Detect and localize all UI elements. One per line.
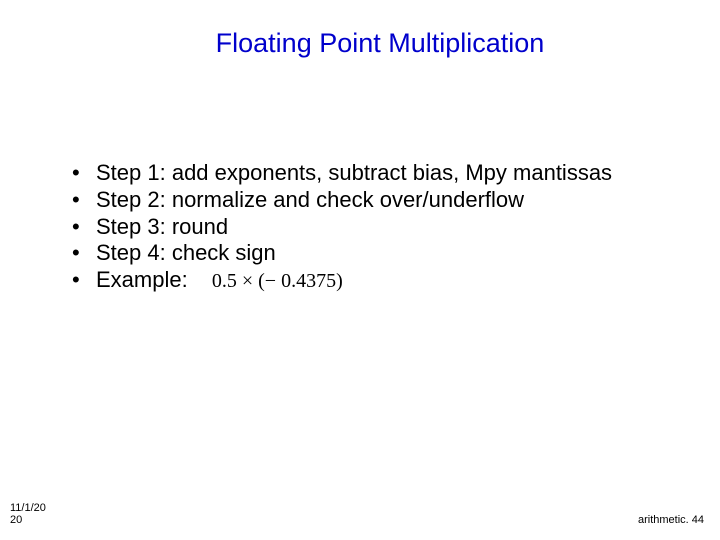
slide-title: Floating Point Multiplication: [0, 28, 720, 59]
example-formula: 0.5 × (− 0.4375): [212, 269, 343, 293]
footer-page: arithmetic. 44: [638, 514, 704, 526]
bullet-item: Step 4: check sign: [66, 240, 666, 267]
bullet-list: Step 1: add exponents, subtract bias, Mp…: [66, 160, 666, 294]
bullet-text: Step 4: check sign: [96, 240, 276, 265]
bullet-text: Step 2: normalize and check over/underfl…: [96, 187, 524, 212]
slide: Floating Point Multiplication Step 1: ad…: [0, 0, 720, 540]
footer-date-line2: 20: [10, 514, 22, 526]
bullet-text: Step 3: round: [96, 214, 228, 239]
footer-date-line1: 11/1/20: [10, 502, 46, 514]
bullet-text: Example:: [96, 267, 188, 292]
bullet-item: Step 2: normalize and check over/underfl…: [66, 187, 666, 214]
bullet-item: Example: 0.5 × (− 0.4375): [66, 267, 666, 294]
footer-date: 11/1/20 20: [10, 502, 70, 526]
slide-body: Step 1: add exponents, subtract bias, Mp…: [66, 160, 666, 294]
bullet-text: Step 1: add exponents, subtract bias, Mp…: [96, 160, 612, 185]
bullet-item: Step 1: add exponents, subtract bias, Mp…: [66, 160, 666, 187]
bullet-item: Step 3: round: [66, 214, 666, 241]
